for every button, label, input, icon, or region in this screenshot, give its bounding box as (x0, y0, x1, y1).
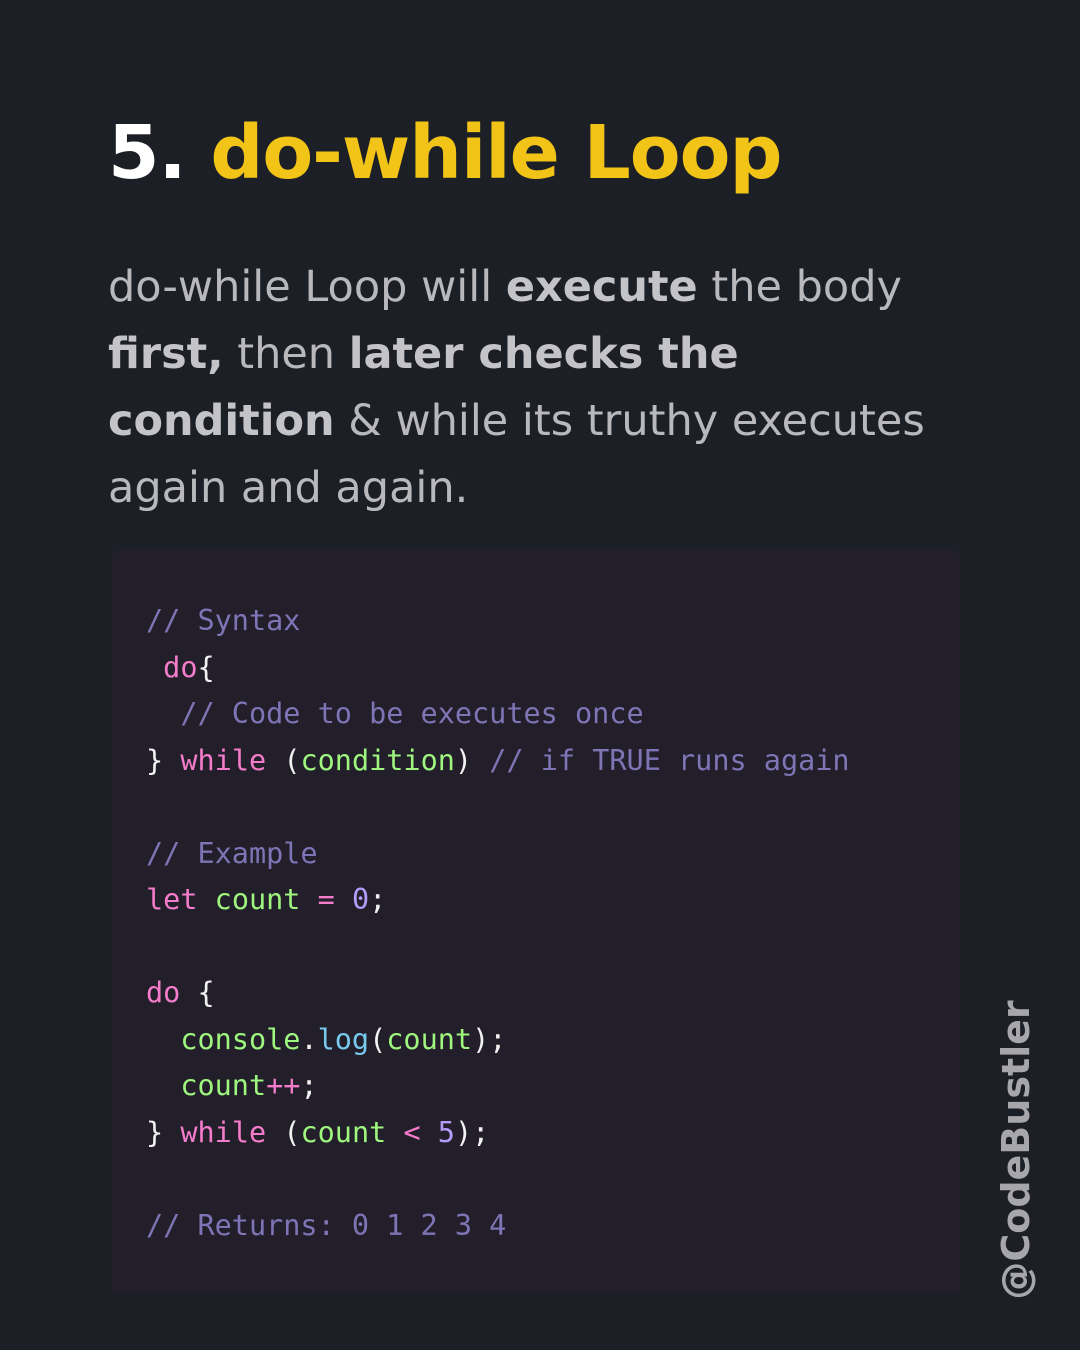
code-identifier: count (386, 1022, 473, 1056)
code-comment: // Example (146, 836, 318, 870)
code-line: console.log(count); (146, 1023, 506, 1056)
code-punctuation: } (146, 743, 164, 777)
code-listing: // Syntax do{ // Code to be executes onc… (146, 598, 850, 1249)
code-punctuation: { (197, 976, 215, 1009)
title-number: 5. (108, 110, 187, 196)
code-keyword: let (146, 883, 198, 916)
code-line: } while (condition) // if TRUE runs agai… (146, 744, 850, 777)
code-comment: // Returns: 0 1 2 3 4 (146, 1208, 507, 1242)
code-line: count++; (146, 1069, 318, 1102)
code-punctuation: ( (283, 1115, 301, 1149)
code-comment: // Syntax (146, 604, 301, 637)
description: do-while Loop will execute the body firs… (108, 254, 968, 522)
title-loop-name: do-while Loop (210, 110, 782, 196)
code-identifier: console (180, 1022, 301, 1056)
watermark: @CodeBustler (994, 1000, 1038, 1300)
description-bold: execute (505, 262, 698, 312)
code-identifier: count (180, 1069, 267, 1102)
code-operator: = (317, 883, 335, 916)
code-punctuation: ; (369, 883, 387, 916)
description-text: the body (697, 262, 902, 312)
code-comment: // if TRUE runs again (489, 743, 850, 777)
code-block: // Syntax do{ // Code to be executes onc… (112, 550, 960, 1293)
code-line: // Syntax (146, 604, 300, 637)
code-line: } while (count < 5); (146, 1116, 489, 1149)
code-keyword: while (180, 1115, 267, 1149)
code-identifier: count (214, 883, 301, 916)
code-line: // Example (146, 837, 318, 870)
code-punctuation: ; (300, 1069, 318, 1102)
code-operator: < (403, 1115, 421, 1149)
code-punctuation: ); (454, 1115, 490, 1149)
code-line: // Code to be executes once (146, 697, 644, 730)
code-function: log (317, 1022, 370, 1056)
code-line: // Returns: 0 1 2 3 4 (146, 1209, 506, 1242)
code-line: do { (146, 976, 215, 1009)
code-line: do{ (146, 651, 215, 684)
description-text: do-while Loop will (108, 262, 506, 312)
code-punctuation: } (146, 1115, 164, 1149)
description-bold: first, (108, 329, 224, 379)
code-line: let count = 0; (146, 883, 386, 916)
code-identifier: count (300, 1115, 387, 1149)
code-punctuation: ) (454, 743, 473, 777)
code-identifier: condition (300, 743, 455, 777)
page-title: 5. do-while Loop (108, 108, 782, 198)
code-punctuation: . (300, 1022, 318, 1056)
code-keyword: do (163, 650, 198, 684)
code-comment: // Code to be executes once (180, 697, 644, 730)
code-number: 5 (437, 1115, 455, 1149)
code-keyword: do (146, 976, 181, 1009)
code-punctuation: ); (472, 1022, 507, 1056)
code-punctuation: { (197, 650, 215, 684)
code-number: 0 (351, 883, 370, 916)
code-keyword: while (180, 743, 267, 777)
description-text: then (223, 329, 349, 379)
code-punctuation: ( (283, 743, 301, 777)
code-punctuation: ( (369, 1022, 387, 1056)
code-operator: ++ (266, 1069, 301, 1102)
